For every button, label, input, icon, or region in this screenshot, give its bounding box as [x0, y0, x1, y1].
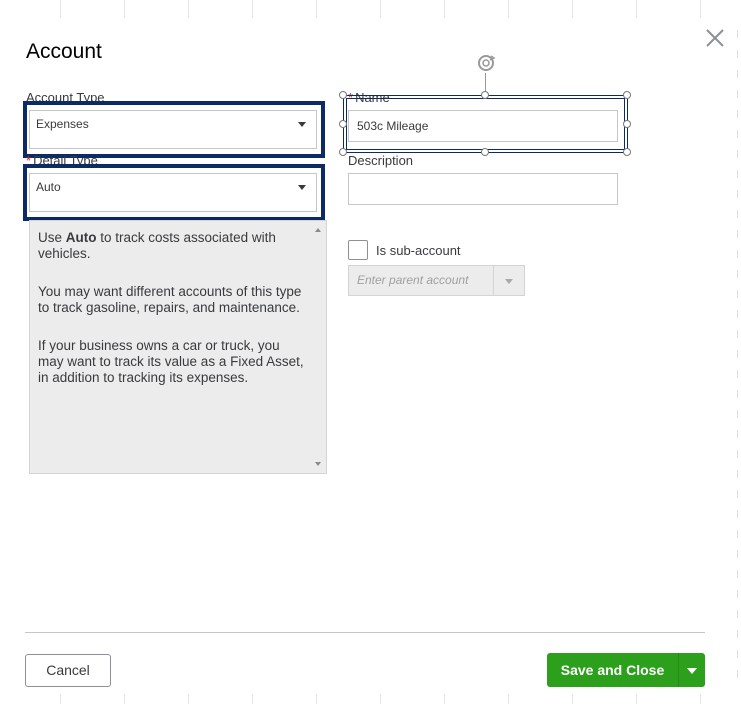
chevron-down-icon [687, 668, 697, 674]
sub-account-label: Is sub-account [376, 243, 461, 258]
background-edge-dashes [737, 30, 738, 690]
account-type-select[interactable]: Expenses [29, 110, 317, 149]
scroll-up-arrow-icon[interactable] [315, 228, 321, 232]
resize-handle[interactable] [623, 91, 631, 99]
resize-handle[interactable] [623, 148, 631, 156]
resize-handle[interactable] [481, 148, 489, 156]
resize-handle[interactable] [339, 91, 347, 99]
chevron-down-icon [505, 279, 513, 284]
background-grid-bottom [0, 694, 741, 704]
account-type-focus-frame: Expenses [23, 101, 325, 158]
description-paragraph: You may want different accounts of this … [38, 284, 302, 315]
description-paragraph: Use Auto to track costs associated with … [38, 230, 276, 261]
cancel-button[interactable]: Cancel [25, 654, 111, 687]
save-options-dropdown-button[interactable] [678, 653, 705, 687]
account-type-value: Expenses [36, 117, 89, 131]
select-divider [493, 266, 494, 295]
detail-type-focus-frame: Auto [23, 164, 325, 221]
detail-type-description-text: Use Auto to track costs associated with … [38, 230, 308, 408]
chevron-down-icon [298, 122, 306, 127]
resize-handle[interactable] [623, 120, 631, 128]
sub-account-checkbox[interactable] [348, 240, 368, 260]
parent-account-placeholder: Enter parent account [357, 273, 469, 287]
resize-handle[interactable] [339, 120, 347, 128]
description-label: Description [348, 153, 414, 168]
description-paragraph: If your business owns a car or truck, yo… [38, 338, 304, 385]
description-input[interactable] [348, 173, 618, 205]
chevron-down-icon [298, 185, 306, 190]
resize-handle[interactable] [339, 148, 347, 156]
rotate-handle-icon[interactable] [474, 52, 498, 74]
scroll-down-arrow-icon[interactable] [315, 462, 321, 466]
detail-type-select[interactable]: Auto [29, 173, 317, 212]
detail-type-value: Auto [36, 180, 61, 194]
save-and-close-button[interactable]: Save and Close [547, 653, 678, 687]
background-grid-top [0, 0, 741, 18]
dialog-title: Account [26, 40, 102, 63]
name-selection-frame [343, 95, 628, 153]
close-icon[interactable] [703, 26, 727, 50]
footer-divider [25, 632, 705, 633]
detail-type-description-panel[interactable]: Use Auto to track costs associated with … [29, 220, 327, 474]
parent-account-select: Enter parent account [348, 265, 525, 296]
resize-handle[interactable] [481, 91, 489, 99]
